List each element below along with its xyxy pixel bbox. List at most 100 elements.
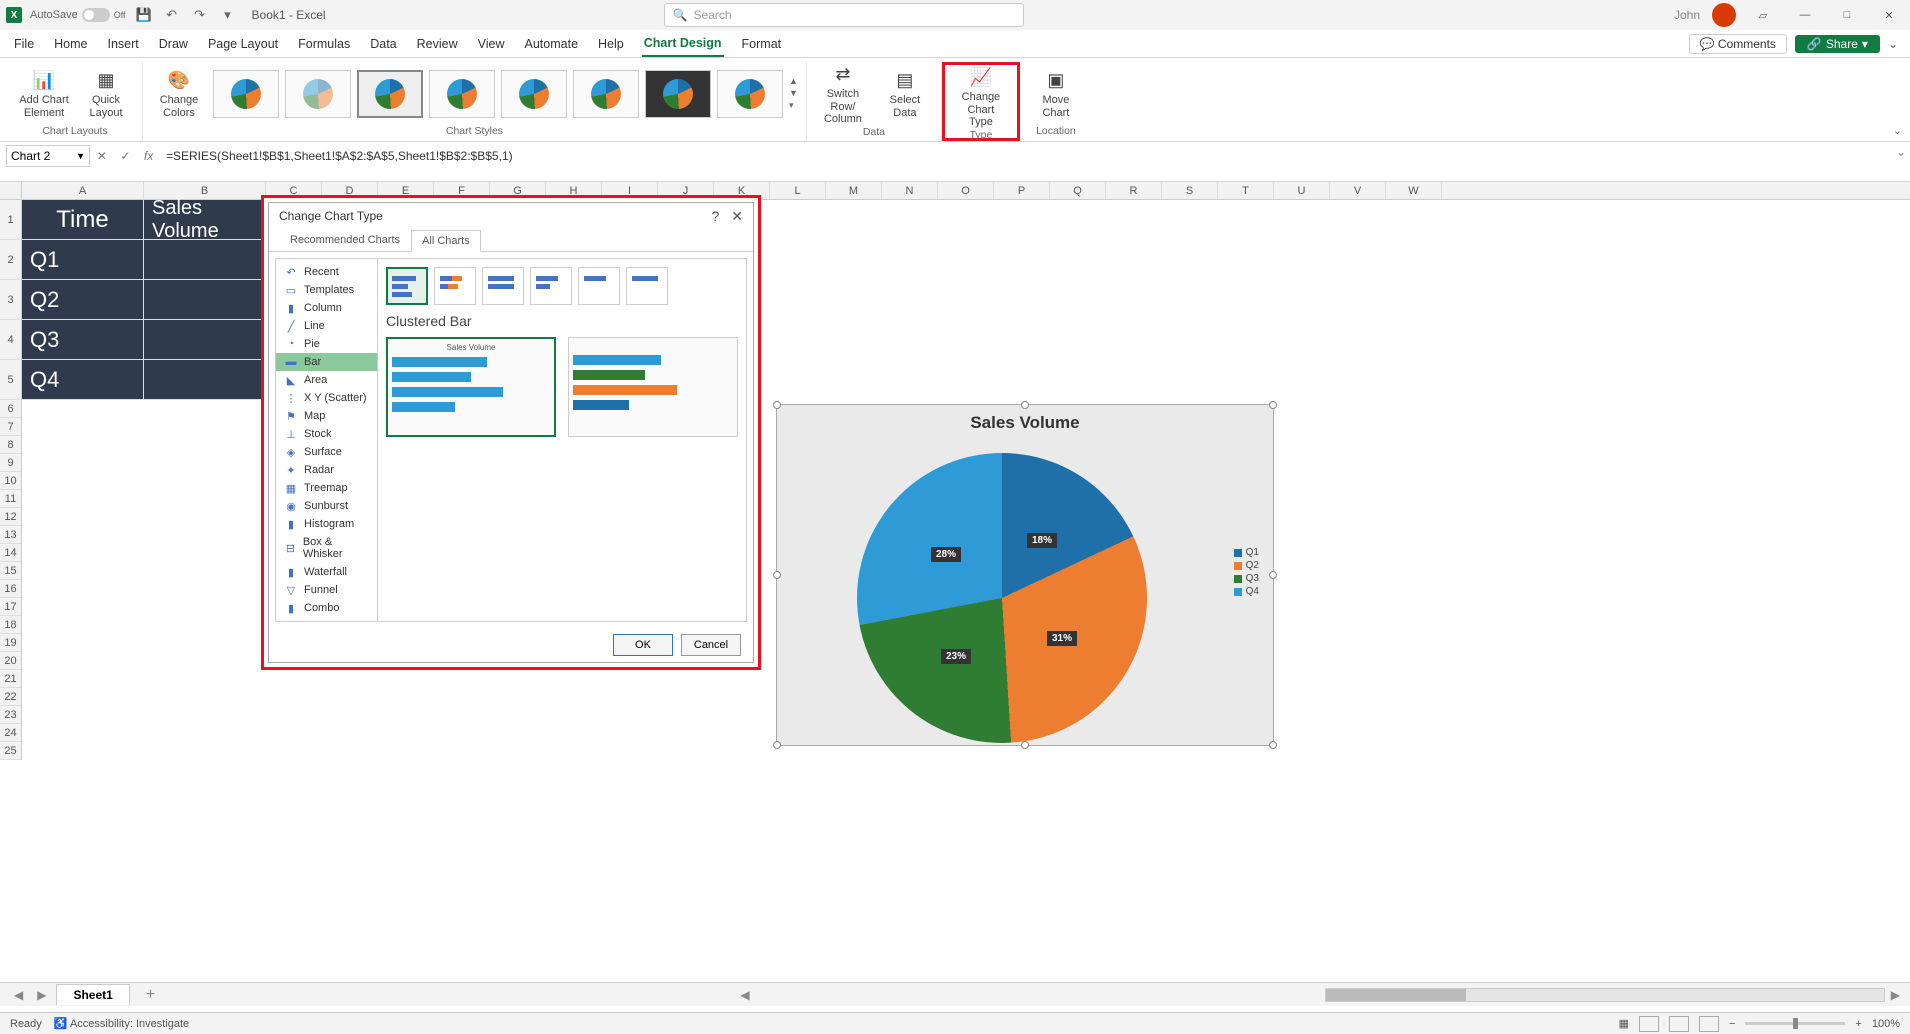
tab-formulas[interactable]: Formulas [296, 30, 352, 57]
resize-handle[interactable] [773, 401, 781, 409]
row-header[interactable]: 4 [0, 320, 21, 360]
row-header[interactable]: 6 [0, 400, 21, 418]
username[interactable]: John [1674, 8, 1700, 22]
display-settings-icon[interactable]: ▦ [1619, 1017, 1629, 1030]
tab-help[interactable]: Help [596, 30, 626, 57]
row-header[interactable]: 25 [0, 742, 21, 760]
resize-handle[interactable] [773, 741, 781, 749]
subtype-clustered-bar[interactable] [386, 267, 428, 305]
row-header[interactable]: 22 [0, 688, 21, 706]
move-chart-button[interactable]: ▣Move Chart [1028, 66, 1084, 121]
preview-2[interactable] [568, 337, 738, 437]
row-header[interactable]: 18 [0, 616, 21, 634]
tab-chart-design[interactable]: Chart Design [642, 30, 724, 57]
tab-draw[interactable]: Draw [157, 30, 190, 57]
status-accessibility[interactable]: ♿ Accessibility: Investigate [54, 1017, 189, 1030]
zoom-slider[interactable] [1745, 1022, 1845, 1025]
cell-a3[interactable]: Q2 [22, 280, 144, 320]
type-combo[interactable]: ▮Combo [276, 599, 377, 617]
sheet-prev-icon[interactable]: ◀ [10, 988, 27, 1002]
zoom-in-icon[interactable]: + [1855, 1018, 1861, 1030]
chart-style-8[interactable] [717, 70, 783, 118]
type-map[interactable]: ⚑Map [276, 407, 377, 425]
add-sheet-icon[interactable]: + [136, 986, 165, 1004]
close-icon[interactable]: ✕ [1874, 5, 1904, 25]
col-header[interactable]: V [1330, 182, 1386, 199]
cell-b2[interactable] [144, 240, 266, 280]
autosave-toggle[interactable]: AutoSave Off [30, 8, 126, 22]
resize-handle[interactable] [1269, 571, 1277, 579]
chevron-down-icon[interactable]: ▼ [76, 151, 85, 161]
type-boxwhisker[interactable]: ⊟Box & Whisker [276, 533, 377, 563]
col-header[interactable]: P [994, 182, 1050, 199]
scrollbar-thumb[interactable] [1326, 989, 1466, 1001]
col-header[interactable]: W [1386, 182, 1442, 199]
type-pie[interactable]: ◔Pie [276, 335, 377, 353]
tab-automate[interactable]: Automate [523, 30, 581, 57]
tab-home[interactable]: Home [52, 30, 89, 57]
view-normal-icon[interactable] [1639, 1016, 1659, 1032]
styles-more-icon[interactable]: ▾ [789, 100, 798, 111]
row-header[interactable]: 8 [0, 436, 21, 454]
type-histogram[interactable]: ▮Histogram [276, 515, 377, 533]
qat-dropdown-icon[interactable]: ▾ [218, 5, 238, 25]
view-page-break-icon[interactable] [1699, 1016, 1719, 1032]
type-sunburst[interactable]: ◉Sunburst [276, 497, 377, 515]
row-header[interactable]: 7 [0, 418, 21, 436]
zoom-level[interactable]: 100% [1872, 1018, 1900, 1030]
tab-review[interactable]: Review [415, 30, 460, 57]
ribbon-collapse-icon[interactable]: ⌄ [1893, 124, 1902, 137]
resize-handle[interactable] [1021, 401, 1029, 409]
cell-b4[interactable] [144, 320, 266, 360]
tab-insert[interactable]: Insert [106, 30, 141, 57]
dialog-cancel-button[interactable]: Cancel [681, 634, 741, 656]
resize-handle[interactable] [1269, 741, 1277, 749]
add-chart-element-button[interactable]: 📊Add Chart Element [16, 66, 72, 121]
avatar[interactable] [1712, 3, 1736, 27]
save-icon[interactable]: 💾 [134, 5, 154, 25]
change-colors-button[interactable]: 🎨Change Colors [151, 66, 207, 121]
zoom-out-icon[interactable]: − [1729, 1018, 1735, 1030]
dialog-tab-all[interactable]: All Charts [411, 230, 481, 252]
row-header[interactable]: 21 [0, 670, 21, 688]
tab-format[interactable]: Format [740, 30, 784, 57]
tab-data[interactable]: Data [368, 30, 398, 57]
dialog-tab-recommended[interactable]: Recommended Charts [279, 229, 411, 251]
type-bar[interactable]: ▬Bar [276, 353, 377, 371]
enter-formula-icon[interactable]: ✓ [120, 149, 130, 163]
sheet-tab-sheet1[interactable]: Sheet1 [56, 984, 129, 1005]
col-header[interactable]: T [1218, 182, 1274, 199]
comments-button[interactable]: 💬 Comments [1689, 34, 1787, 54]
type-line[interactable]: ╱Line [276, 317, 377, 335]
ribbon-mode-icon[interactable]: ▱ [1748, 5, 1778, 25]
subtype-3d-stacked-bar[interactable] [578, 267, 620, 305]
type-area[interactable]: ◣Area [276, 371, 377, 389]
col-header[interactable]: L [770, 182, 826, 199]
cell-b5[interactable] [144, 360, 266, 400]
tab-scroll-left-icon[interactable]: ◀ [740, 988, 749, 1002]
dialog-close-icon[interactable]: ✕ [731, 208, 743, 225]
cancel-formula-icon[interactable]: ✕ [97, 149, 107, 163]
type-treemap[interactable]: ▦Treemap [276, 479, 377, 497]
subtype-3d-100-stacked-bar[interactable] [626, 267, 668, 305]
resize-handle[interactable] [773, 571, 781, 579]
select-data-button[interactable]: ▤Select Data [877, 66, 933, 121]
search-input[interactable]: 🔍 Search [664, 3, 1024, 27]
horizontal-scrollbar[interactable] [1325, 988, 1885, 1002]
view-page-layout-icon[interactable] [1669, 1016, 1689, 1032]
row-header[interactable]: 5 [0, 360, 21, 400]
row-header[interactable]: 3 [0, 280, 21, 320]
subtype-stacked-bar[interactable] [434, 267, 476, 305]
type-waterfall[interactable]: ▮Waterfall [276, 563, 377, 581]
col-header[interactable]: S [1162, 182, 1218, 199]
resize-handle[interactable] [1021, 741, 1029, 749]
undo-icon[interactable]: ↶ [162, 5, 182, 25]
chart-style-6[interactable] [573, 70, 639, 118]
cell-b3[interactable] [144, 280, 266, 320]
chart-style-3[interactable] [357, 70, 423, 118]
tab-page-layout[interactable]: Page Layout [206, 30, 280, 57]
type-column[interactable]: ▮Column [276, 299, 377, 317]
pie-plot[interactable]: 18% 31% 23% 28% [857, 453, 1147, 743]
chart-style-4[interactable] [429, 70, 495, 118]
redo-icon[interactable]: ↷ [190, 5, 210, 25]
